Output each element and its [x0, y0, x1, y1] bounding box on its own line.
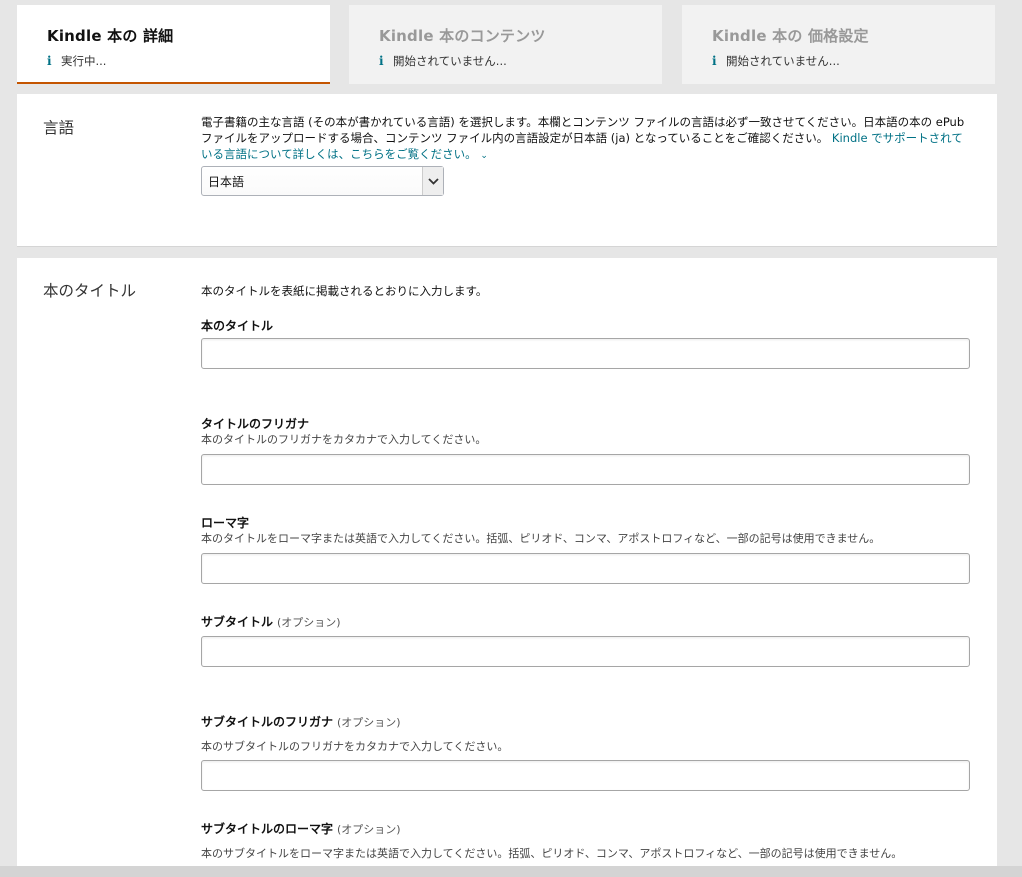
- tab-status: i 開始されていません...: [712, 53, 995, 69]
- tab-status: i 実行中...: [47, 53, 330, 69]
- title-furigana-help: 本のタイトルのフリガナをカタカナで入力してください。: [201, 433, 487, 446]
- subtitle-label: サブタイトル (オプション): [201, 613, 341, 630]
- romaji-label: ローマ字: [201, 516, 250, 530]
- book-title-description: 本のタイトルを表紙に掲載されるとおりに入力します。: [201, 284, 488, 298]
- book-title-label: 本のタイトル: [201, 319, 274, 333]
- tab-status-text: 開始されていません...: [726, 54, 840, 68]
- horizontal-scrollbar[interactable]: [0, 866, 1022, 877]
- book-title-heading: 本のタイトル: [43, 282, 137, 300]
- language-select-value: 日本語: [208, 175, 245, 189]
- romaji-input[interactable]: [201, 553, 970, 584]
- romaji-help: 本のタイトルをローマ字または英語で入力してください。括弧、ピリオド、コンマ、アポ…: [201, 532, 881, 545]
- title-furigana-input[interactable]: [201, 454, 970, 485]
- book-title-section: 本のタイトル 本のタイトルを表紙に掲載されるとおりに入力します。 本のタイトル …: [17, 258, 997, 877]
- tab-book-pricing[interactable]: Kindle 本の 価格設定 i 開始されていません...: [682, 5, 995, 84]
- subtitle-furigana-input[interactable]: [201, 760, 970, 791]
- optional-tag: (オプション): [337, 716, 401, 729]
- tab-title: Kindle 本のコンテンツ: [379, 27, 546, 45]
- chevron-down-icon: ⌄: [480, 151, 488, 161]
- language-select[interactable]: 日本語: [201, 166, 444, 196]
- tab-status-text: 実行中...: [61, 54, 107, 68]
- subtitle-input[interactable]: [201, 636, 970, 667]
- optional-tag: (オプション): [337, 823, 401, 836]
- language-heading: 言語: [43, 119, 75, 137]
- optional-tag: (オプション): [277, 616, 341, 629]
- tab-status-text: 開始されていません...: [393, 54, 507, 68]
- step-tabs: Kindle 本の 詳細 i 実行中... Kindle 本のコンテンツ i 開…: [17, 5, 995, 84]
- subtitle-furigana-label: サブタイトルのフリガナ (オプション): [201, 713, 401, 730]
- tab-title: Kindle 本の 詳細: [47, 27, 174, 45]
- tab-status: i 開始されていません...: [379, 53, 662, 69]
- info-icon: i: [712, 54, 717, 68]
- book-title-input[interactable]: [201, 338, 970, 369]
- subtitle-furigana-help: 本のサブタイトルのフリガナをカタカナで入力してください。: [201, 740, 509, 753]
- subtitle-romaji-label-text: サブタイトルのローマ字: [201, 822, 334, 836]
- tab-book-details[interactable]: Kindle 本の 詳細 i 実行中...: [17, 5, 330, 84]
- tab-book-content[interactable]: Kindle 本のコンテンツ i 開始されていません...: [349, 5, 662, 84]
- title-furigana-label: タイトルのフリガナ: [201, 417, 310, 431]
- tab-title: Kindle 本の 価格設定: [712, 27, 869, 45]
- subtitle-romaji-help: 本のサブタイトルをローマ字または英語で入力してください。括弧、ピリオド、コンマ、…: [201, 847, 903, 860]
- info-icon: i: [47, 54, 52, 68]
- subtitle-romaji-label: サブタイトルのローマ字 (オプション): [201, 820, 401, 837]
- info-icon: i: [379, 54, 384, 68]
- subtitle-label-text: サブタイトル: [201, 615, 274, 629]
- language-description: 電子書籍の主な言語 (その本が書かれている言語) を選択します。本欄とコンテンツ…: [201, 114, 971, 164]
- chevron-down-icon: [422, 167, 443, 195]
- subtitle-furigana-label-text: サブタイトルのフリガナ: [201, 715, 334, 729]
- language-section: 言語 電子書籍の主な言語 (その本が書かれている言語) を選択します。本欄とコン…: [17, 94, 997, 247]
